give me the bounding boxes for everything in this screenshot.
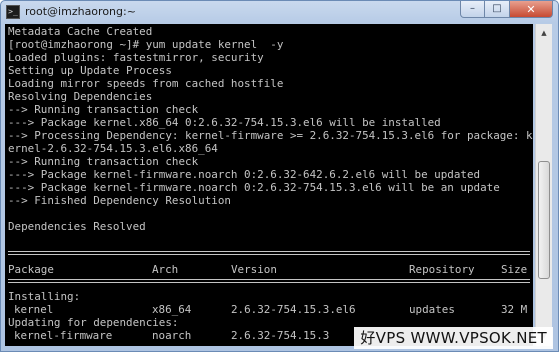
section-installing: Installing: bbox=[8, 290, 81, 303]
scroll-thumb[interactable] bbox=[538, 161, 550, 279]
minimize-button[interactable]: – bbox=[460, 1, 485, 18]
cell-package: kernel bbox=[14, 303, 54, 316]
cell-arch: noarch bbox=[152, 329, 192, 342]
cell-package: kernel-firmware bbox=[14, 329, 113, 342]
cell-repository: updates bbox=[409, 303, 455, 316]
terminal-line: Setting up Update Process bbox=[8, 64, 172, 77]
terminal-line: --> Finished Dependency Resolution bbox=[8, 194, 231, 207]
header-repository: Repository bbox=[409, 263, 475, 276]
terminal-output[interactable]: Metadata Cache Created [root@imzhaorong … bbox=[5, 24, 533, 346]
terminal-line: --> Running transaction check bbox=[8, 103, 199, 116]
terminal-line: Metadata Cache Created bbox=[8, 25, 153, 38]
maximize-button[interactable]: □ bbox=[485, 1, 510, 18]
terminal-line: Dependencies Resolved bbox=[8, 220, 146, 233]
header-size: Size bbox=[501, 263, 528, 276]
cell-version: 2.6.32-754.15.3.el6 bbox=[231, 303, 356, 316]
header-package: Package bbox=[8, 263, 54, 276]
vertical-scrollbar[interactable]: ▲ ▼ bbox=[535, 24, 552, 346]
cell-arch: x86_64 bbox=[152, 303, 192, 316]
title-bar[interactable]: >_ root@imzhaorong:~ – □ ✕ bbox=[1, 1, 558, 23]
terminal-line: ernel-2.6.32-754.15.3.el6.x86_64 bbox=[8, 142, 218, 155]
cell-size: 32 M bbox=[501, 303, 528, 316]
terminal-line: --> Running transaction check bbox=[8, 155, 199, 168]
terminal-window: >_ root@imzhaorong:~ – □ ✕ Metadata Cach… bbox=[0, 0, 559, 352]
table-rule bbox=[8, 279, 530, 283]
header-version: Version bbox=[231, 263, 277, 276]
terminal-line: ---> Package kernel.x86_64 0:2.6.32-754.… bbox=[8, 116, 441, 129]
header-arch: Arch bbox=[152, 263, 179, 276]
cell-version: 2.6.32-754.15.3 bbox=[231, 329, 330, 342]
table-rule bbox=[8, 251, 530, 255]
close-button[interactable]: ✕ bbox=[510, 1, 553, 18]
terminal-line: ---> Package kernel-firmware.noarch 0:2.… bbox=[8, 168, 481, 181]
window-title: root@imzhaorong:~ bbox=[25, 5, 136, 18]
window-controls: – □ ✕ bbox=[460, 1, 553, 19]
section-updating: Updating for dependencies: bbox=[8, 316, 179, 329]
terminal-line: ---> Package kernel-firmware.noarch 0:2.… bbox=[8, 181, 500, 194]
terminal-line: [root@imzhaorong ~]# yum update kernel -… bbox=[8, 38, 284, 51]
terminal-icon[interactable]: >_ bbox=[6, 5, 20, 19]
terminal-line: --> Processing Dependency: kernel-firmwa… bbox=[8, 129, 533, 142]
terminal-line: Loading mirror speeds from cached hostfi… bbox=[8, 77, 284, 90]
watermark-logo: 好VPS WWW.VPSOK.NET bbox=[354, 327, 553, 349]
scroll-up-arrow-icon[interactable]: ▲ bbox=[536, 25, 552, 41]
terminal-line: Resolving Dependencies bbox=[8, 90, 153, 103]
terminal-line: Loaded plugins: fastestmirror, security bbox=[8, 51, 264, 64]
